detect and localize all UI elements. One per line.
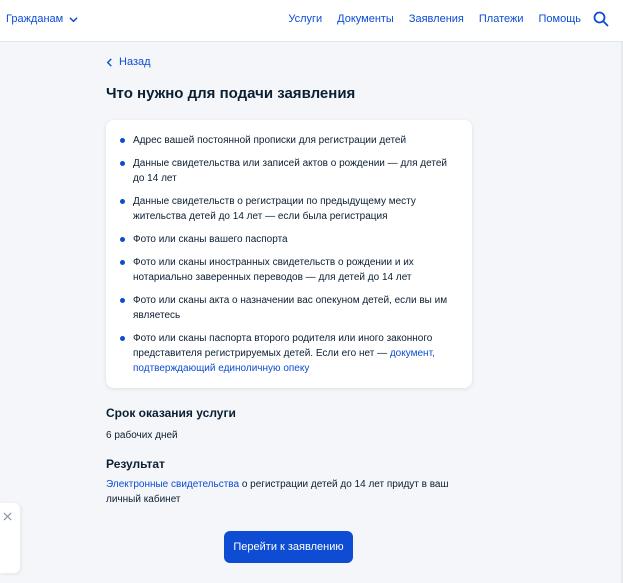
- requirements-card: Адрес вашей постоянной прописки для реги…: [106, 120, 472, 388]
- bullet-icon: [120, 237, 125, 242]
- requirement-text: Фото или сканы вашего паспорта: [133, 234, 288, 245]
- back-label: Назад: [119, 56, 151, 68]
- bullet-icon: [120, 161, 125, 166]
- requirements-list: Адрес вашей постоянной прописки для реги…: [120, 133, 458, 376]
- nav-payments[interactable]: Платежи: [479, 13, 524, 25]
- bullet-icon: [120, 138, 125, 143]
- back-link[interactable]: Назад: [106, 56, 151, 68]
- chevron-left-icon: [106, 57, 112, 67]
- list-item: Данные свидетельства или записей актов о…: [120, 156, 458, 186]
- audience-selector[interactable]: Гражданам: [6, 13, 78, 25]
- electronic-certificates-link[interactable]: Электронные свидетельства: [106, 479, 239, 490]
- list-item: Фото или сканы паспорта второго родителя…: [120, 331, 458, 376]
- list-item: Фото или сканы иностранных свидетельств …: [120, 255, 458, 285]
- list-item: Адрес вашей постоянной прописки для реги…: [120, 133, 458, 148]
- bullet-icon: [120, 298, 125, 303]
- nav-help[interactable]: Помощь: [539, 13, 582, 25]
- nav-services[interactable]: Услуги: [288, 13, 322, 25]
- go-to-application-button[interactable]: Перейти к заявлению: [224, 531, 353, 563]
- requirement-text: Данные свидетельства или записей актов о…: [133, 158, 447, 184]
- side-panel: [0, 503, 20, 573]
- requirement-text: Данные свидетельств о регистрации по пре…: [133, 196, 416, 222]
- requirement-text: Фото или сканы иностранных свидетельств …: [133, 257, 414, 283]
- bullet-icon: [120, 260, 125, 265]
- page-title: Что нужно для подачи заявления: [106, 85, 356, 102]
- chevron-down-icon: [69, 16, 78, 22]
- main-nav: Услуги Документы Заявления Платежи Помощ…: [288, 13, 581, 25]
- list-item: Фото или сканы акта о назначении вас опе…: [120, 293, 458, 323]
- bullet-icon: [120, 199, 125, 204]
- top-header: Гражданам Услуги Документы Заявления Пла…: [0, 0, 623, 42]
- search-icon[interactable]: [593, 11, 609, 27]
- result-title: Результат: [106, 457, 165, 471]
- list-item: Данные свидетельств о регистрации по пре…: [120, 194, 458, 224]
- term-value: 6 рабочих дней: [106, 430, 178, 441]
- requirement-text: Фото или сканы акта о назначении вас опе…: [133, 295, 448, 321]
- requirement-text: Адрес вашей постоянной прописки для реги…: [133, 135, 407, 146]
- term-title: Срок оказания услуги: [106, 406, 236, 420]
- bullet-icon: [120, 336, 125, 341]
- requirement-text: Фото или сканы паспорта второго родителя…: [133, 333, 433, 359]
- nav-applications[interactable]: Заявления: [409, 13, 464, 25]
- audience-label: Гражданам: [6, 13, 64, 25]
- result-text: Электронные свидетельства о регистрации …: [106, 477, 461, 507]
- close-icon[interactable]: [3, 512, 12, 521]
- list-item: Фото или сканы вашего паспорта: [120, 232, 458, 247]
- nav-documents[interactable]: Документы: [337, 13, 394, 25]
